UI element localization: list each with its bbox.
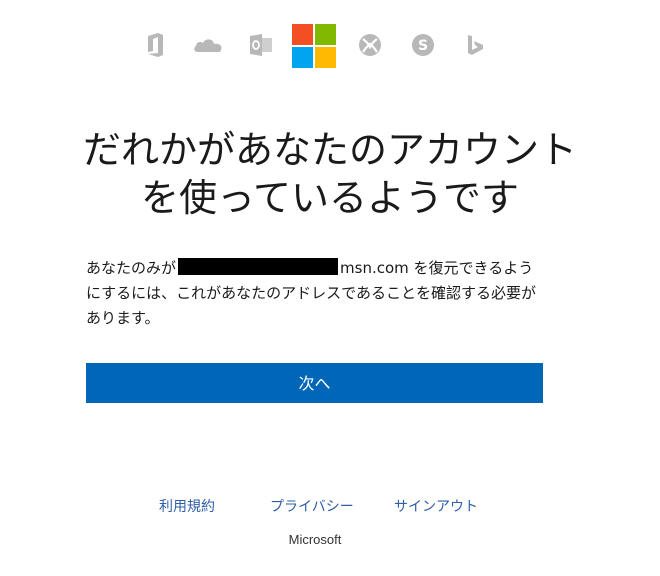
skype-icon: S: [412, 34, 434, 56]
logo-square-green: [315, 24, 336, 45]
microsoft-wordmark: Microsoft: [288, 532, 342, 547]
outlook-icon: [250, 34, 272, 56]
logo-square-blue: [292, 47, 313, 68]
privacy-link[interactable]: プライバシー: [270, 496, 354, 516]
microsoft-logo: [292, 24, 336, 68]
footer-links: 利用規約 プライバシー サインアウト: [0, 496, 660, 518]
page-title: だれかがあなたのアカウント を使っているようです: [40, 126, 620, 222]
logo-square-yellow: [315, 47, 336, 68]
xbox-icon: [359, 34, 381, 56]
bing-icon: [468, 35, 483, 55]
service-icon-row: S: [0, 24, 660, 68]
description-text: あなたのみが msn.com を復元できるようにするには、これがあなたのアドレスで…: [86, 256, 548, 331]
title-line-1: だれかがあなたのアカウント: [82, 128, 577, 172]
office-icon: [148, 33, 163, 57]
next-button[interactable]: 次へ: [86, 363, 543, 403]
onedrive-icon: [194, 39, 222, 52]
logo-square-red: [292, 24, 313, 45]
redacted-email: [178, 258, 339, 275]
page: S だれかがあなたのアカウント を使っているようです あなたのみが msn.com…: [0, 0, 660, 576]
signout-link[interactable]: サインアウト: [394, 496, 478, 516]
terms-link[interactable]: 利用規約: [159, 496, 215, 516]
description-prefix: あなたのみが: [86, 259, 177, 277]
title-line-2: を使っているようです: [140, 176, 520, 220]
svg-text:S: S: [418, 38, 428, 54]
